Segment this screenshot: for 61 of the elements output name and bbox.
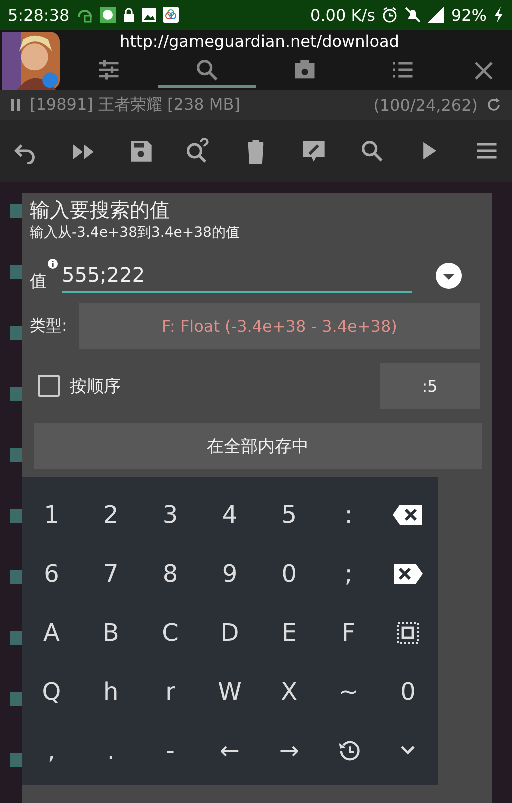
key[interactable]: 1 xyxy=(22,485,82,544)
key[interactable]: 8 xyxy=(140,544,200,603)
muted-bell-icon xyxy=(405,7,422,23)
type-label: 类型: xyxy=(30,316,68,336)
app-icon xyxy=(162,7,179,23)
image-icon xyxy=(142,8,156,22)
key[interactable]: C xyxy=(140,603,200,662)
key[interactable]: W xyxy=(200,662,260,721)
key[interactable]: 9 xyxy=(200,544,260,603)
alarm-icon xyxy=(382,7,398,23)
signal-icon xyxy=(428,7,444,23)
refresh-icon[interactable] xyxy=(486,97,502,113)
backspace-icon xyxy=(392,502,424,526)
key[interactable]: 5 xyxy=(260,485,320,544)
order-checkbox[interactable] xyxy=(38,375,60,397)
value-label: 值 xyxy=(30,270,47,292)
order-button[interactable]: :5 xyxy=(380,363,480,409)
search-unknown-icon xyxy=(185,138,212,164)
result-count: (100/24,262) xyxy=(374,96,478,114)
pause-icon[interactable] xyxy=(10,99,22,111)
key[interactable]: 0 xyxy=(378,662,438,721)
network-speed: 0.00 K/s xyxy=(310,6,376,24)
dialog-title: 输入要搜索的值 xyxy=(30,197,171,223)
url-text: http://gameguardian.net/download xyxy=(120,32,400,52)
process-label: [19891] 王者荣耀 [238 MB] xyxy=(30,94,240,116)
key[interactable]: ← xyxy=(200,721,260,780)
value-field[interactable]: 555;222 xyxy=(62,259,412,293)
key[interactable]: A xyxy=(22,603,82,662)
key[interactable]: F xyxy=(319,603,379,662)
dropdown-icon[interactable] xyxy=(436,263,462,289)
memory-region-button[interactable]: 在全部内存中 xyxy=(34,423,482,469)
key[interactable]: 0 xyxy=(260,544,320,603)
lock-icon xyxy=(122,8,135,22)
key[interactable]: 3 xyxy=(140,485,200,544)
battery-level: 92% xyxy=(451,6,487,24)
key[interactable]: . xyxy=(81,721,141,780)
key[interactable]: Q xyxy=(22,662,82,721)
key[interactable]: r xyxy=(140,662,200,721)
order-label: 按顺序 xyxy=(70,376,121,398)
key[interactable]: 6 xyxy=(22,544,82,603)
key[interactable]: h xyxy=(81,662,141,721)
app-icon xyxy=(100,7,116,23)
key[interactable]: X xyxy=(260,662,320,721)
clock: 5:28:38 xyxy=(8,6,70,24)
key[interactable]: 4 xyxy=(200,485,260,544)
key[interactable]: 7 xyxy=(81,544,141,603)
key[interactable]: : xyxy=(319,485,379,544)
charging-icon xyxy=(494,7,504,23)
info-icon[interactable] xyxy=(48,259,58,269)
key[interactable]: D xyxy=(200,603,260,662)
key[interactable]: 2 xyxy=(81,485,141,544)
key[interactable]: → xyxy=(260,721,320,780)
key[interactable]: B xyxy=(81,603,141,662)
key[interactable]: ; xyxy=(319,544,379,603)
clear-icon xyxy=(392,562,424,586)
key[interactable]: , xyxy=(22,721,82,780)
select-all-icon xyxy=(396,620,420,644)
key[interactable]: ~ xyxy=(319,662,379,721)
key[interactable]: - xyxy=(140,721,200,780)
key[interactable]: E xyxy=(260,603,320,662)
dialog-subtitle: 输入从-3.4e+38到3.4e+38的值 xyxy=(30,224,241,243)
